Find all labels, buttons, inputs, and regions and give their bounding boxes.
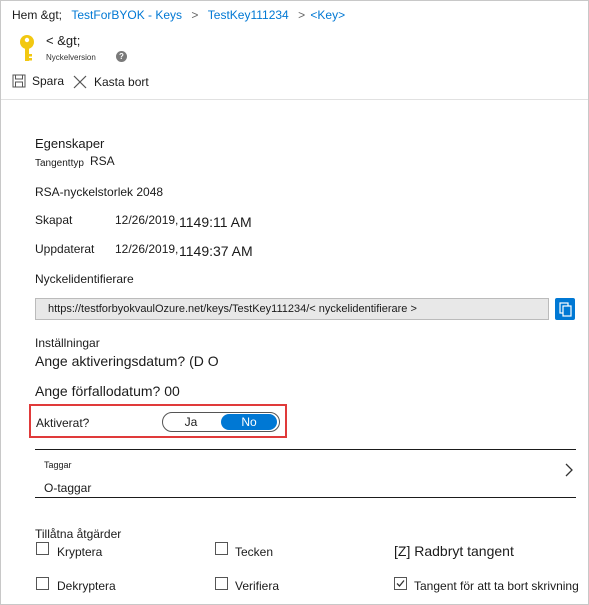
breadcrumb-key-version[interactable]: <Key> <box>310 8 345 22</box>
updated-time: 1149:37 AM <box>179 243 253 259</box>
toggle-yes-option[interactable]: Ja <box>163 413 219 431</box>
activation-date-setting[interactable]: Ange aktiveringsdatum? (D O <box>35 353 219 369</box>
breadcrumb-vault-keys[interactable]: TestForBYOK - Keys <box>71 8 182 22</box>
page-subtitle: Nyckelversion <box>46 53 96 62</box>
breadcrumb-home[interactable]: Hem &gt; <box>12 8 62 22</box>
rsa-key-size: RSA-nyckelstorlek 2048 <box>35 185 164 199</box>
tags-value[interactable]: O-taggar <box>44 481 91 495</box>
discard-button-label: Kasta bort <box>94 75 149 89</box>
tags-divider-top <box>35 449 576 450</box>
copy-button[interactable] <box>555 298 575 320</box>
breadcrumb: Hem &gt; TestForBYOK - Keys > TestKey111… <box>12 8 345 22</box>
operations-heading: Tillåtna åtgärder <box>35 527 122 541</box>
encrypt-label: Kryptera <box>57 545 103 559</box>
save-icon <box>12 74 26 88</box>
help-icon[interactable]: ? <box>116 51 127 62</box>
updated-label: Uppdaterat <box>35 242 95 256</box>
key-identifier-label: Nyckelidentifierare <box>35 272 134 286</box>
wrap-key-option[interactable]: [Z] Radbryt tangent <box>394 543 514 559</box>
decrypt-label: Dekryptera <box>57 579 116 593</box>
tags-divider-bottom <box>35 497 576 498</box>
sign-label: Tecken <box>235 545 274 559</box>
sign-checkbox[interactable] <box>215 542 228 555</box>
created-label: Skapat <box>35 213 73 227</box>
copy-icon <box>559 302 572 317</box>
enabled-toggle[interactable]: Ja No <box>162 412 280 432</box>
verify-checkbox[interactable] <box>215 577 228 590</box>
save-button-label: Spara <box>32 74 65 88</box>
save-button[interactable]: Spara <box>12 74 64 88</box>
created-time: 1149:11 AM <box>179 214 252 230</box>
toggle-no-option[interactable]: No <box>221 414 277 430</box>
tags-label: Taggar <box>44 460 72 470</box>
unwrap-key-checkbox[interactable] <box>394 577 407 590</box>
settings-heading: Inställningar <box>35 336 100 350</box>
key-icon <box>20 35 34 61</box>
enabled-label: Aktiverat? <box>36 416 90 430</box>
key-type-label: Tangenttyp <box>35 158 84 169</box>
properties-heading: Egenskaper <box>35 136 105 151</box>
encrypt-checkbox[interactable] <box>36 542 49 555</box>
discard-button[interactable]: Kasta bort <box>72 74 149 90</box>
chevron-right-icon[interactable] <box>563 462 575 478</box>
breadcrumb-separator: > <box>298 8 306 22</box>
breadcrumb-separator: > <box>191 8 199 22</box>
decrypt-checkbox[interactable] <box>36 577 49 590</box>
updated-date: 12/26/2019, <box>115 242 179 256</box>
page-title: < &gt; <box>46 33 81 48</box>
breadcrumb-key[interactable]: TestKey111234 <box>208 8 289 22</box>
key-identifier-field[interactable]: https://testforbyokvaulOzure.net/keys/Te… <box>35 298 549 320</box>
verify-label: Verifiera <box>235 579 280 593</box>
toolbar-divider <box>1 99 588 100</box>
key-type-value: RSA <box>90 154 115 168</box>
checkmark-icon <box>396 580 405 587</box>
close-icon <box>73 75 87 89</box>
expiry-date-setting[interactable]: Ange förfallodatum? 00 <box>35 383 180 399</box>
unwrap-key-label: Tangent för att ta bort skrivning <box>414 579 579 593</box>
created-date: 12/26/2019, <box>115 213 179 227</box>
